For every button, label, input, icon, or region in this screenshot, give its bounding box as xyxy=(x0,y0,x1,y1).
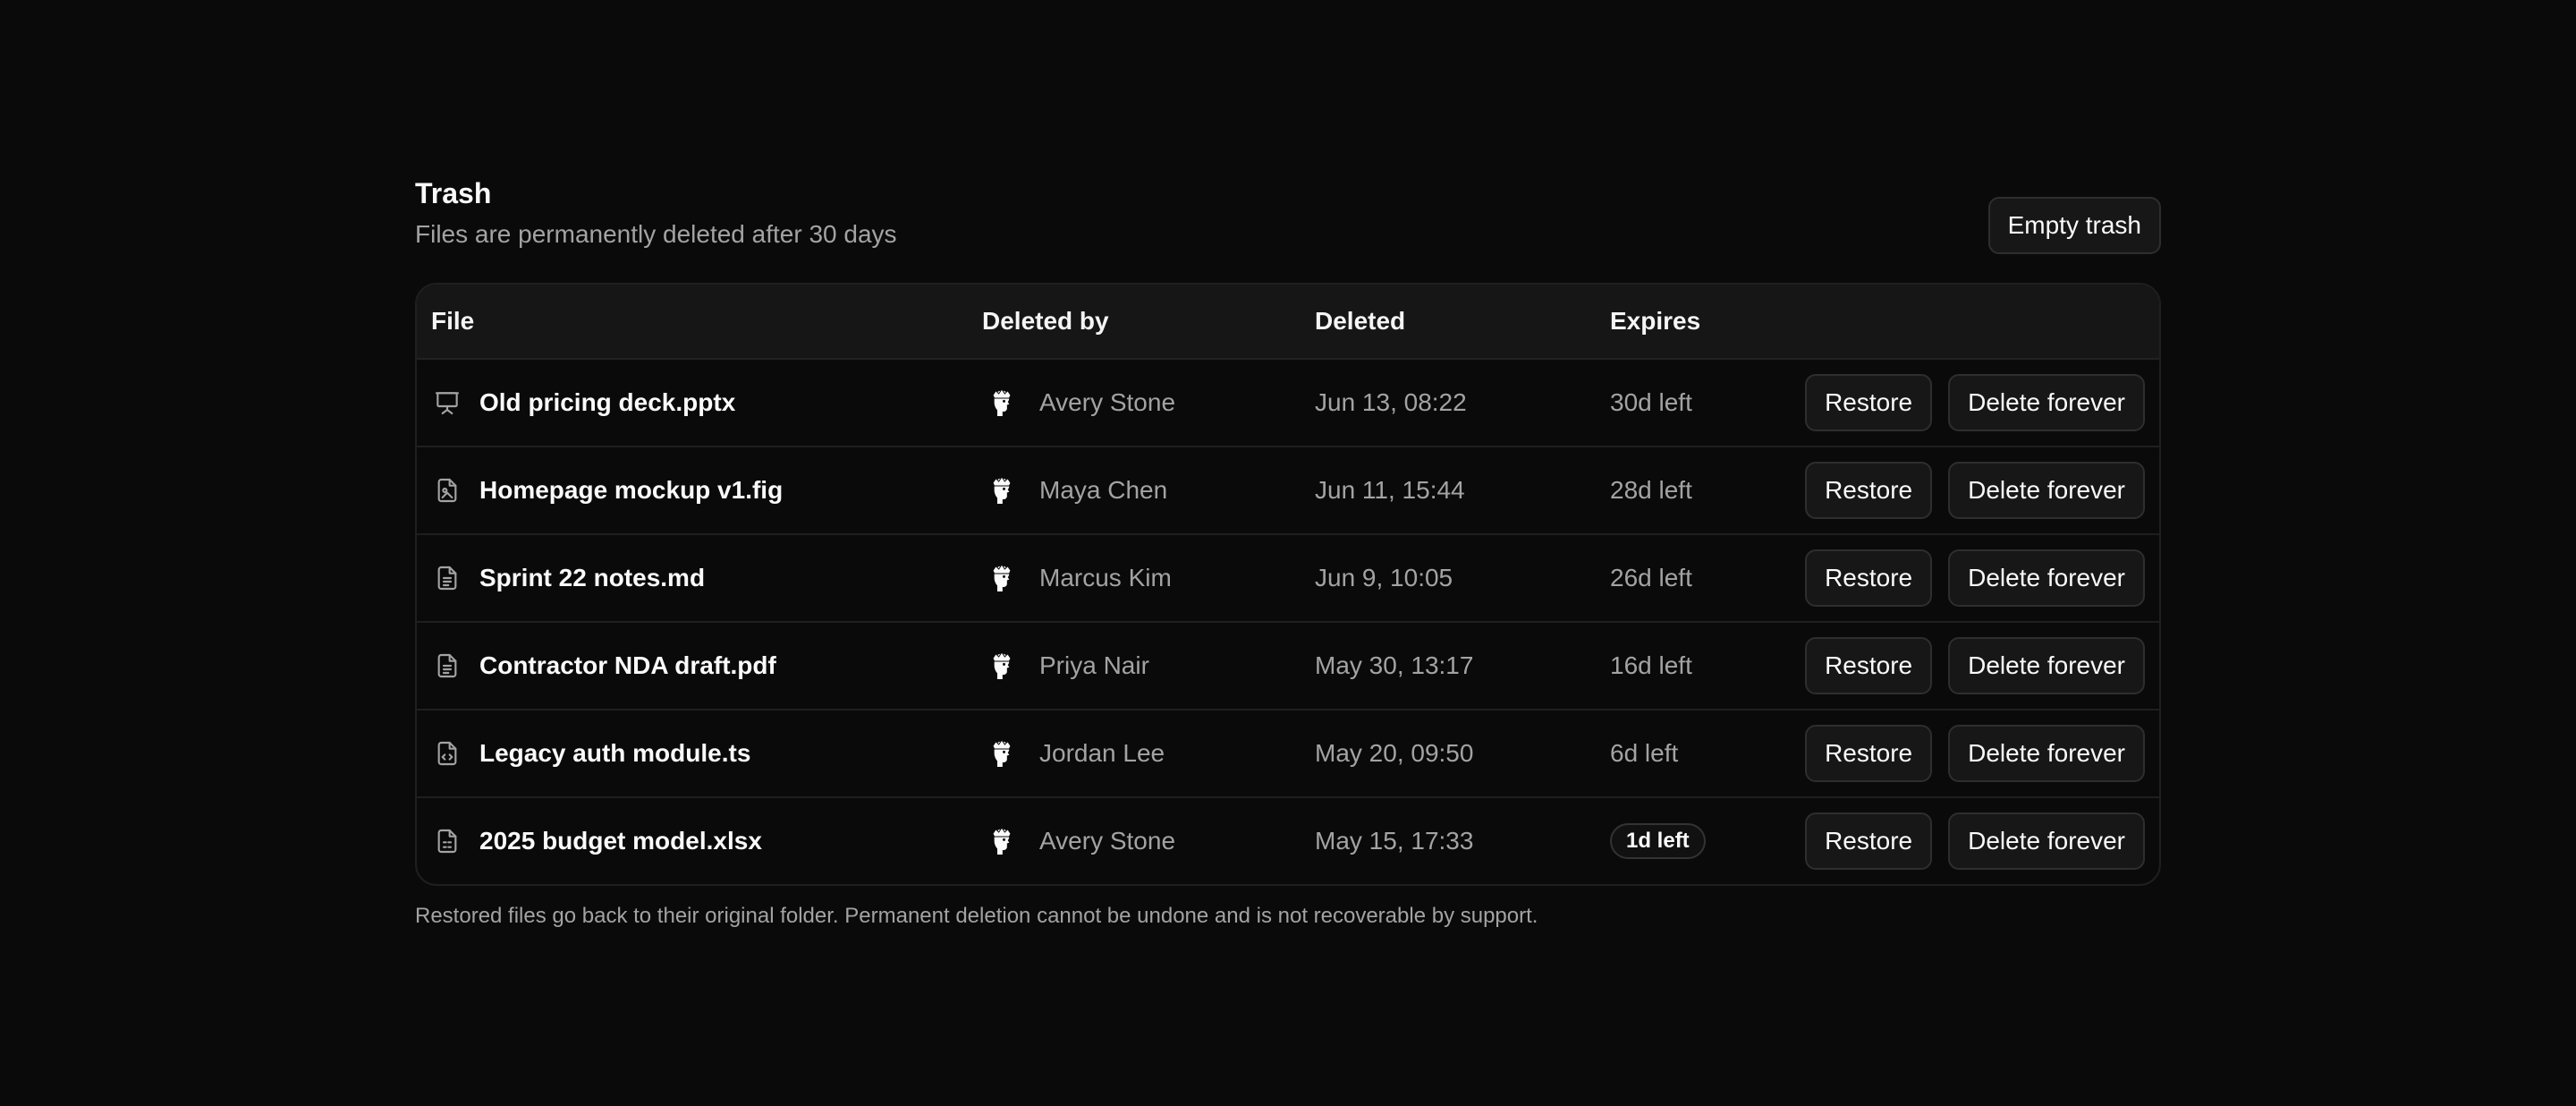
spreadsheet-file-icon xyxy=(433,827,462,855)
footnote: Restored files go back to their original… xyxy=(415,904,1538,928)
file-name: Sprint 22 notes.md xyxy=(479,564,706,591)
page-subtitle: Files are permanently deleted after 30 d… xyxy=(415,220,897,248)
restore-button[interactable]: Restore xyxy=(1805,812,1933,870)
delete-forever-button[interactable]: Delete forever xyxy=(1948,549,2145,607)
delete-forever-button[interactable]: Delete forever xyxy=(1948,812,2145,870)
row-actions: Restore Delete forever xyxy=(1805,623,2145,709)
deleted-date: Jun 9, 10:05 xyxy=(1315,564,1453,591)
empty-trash-button[interactable]: Empty trash xyxy=(1987,197,2161,254)
row-actions: Restore Delete forever xyxy=(1805,447,2145,533)
file-cell: Homepage mockup v1.fig xyxy=(431,447,783,533)
delete-forever-button[interactable]: Delete forever xyxy=(1948,637,2145,694)
table-row: Contractor NDA draft.pdf Priya Nair May … xyxy=(417,623,2159,710)
deleted-by-cell: Priya Nair xyxy=(982,623,1149,709)
avatar xyxy=(982,734,1021,773)
deleted-by-cell: Marcus Kim xyxy=(982,535,1172,621)
table-row: Old pricing deck.pptx Avery Stone Jun 13… xyxy=(417,360,2159,447)
table-row: 2025 budget model.xlsx Avery Stone May 1… xyxy=(417,798,2159,884)
deleted-date-cell: May 20, 09:50 xyxy=(1315,710,1473,796)
deleted-by-name: Priya Nair xyxy=(1039,651,1149,679)
table-body: Old pricing deck.pptx Avery Stone Jun 13… xyxy=(417,360,2159,884)
file-cell: Legacy auth module.ts xyxy=(431,710,750,796)
deleted-by-name: Marcus Kim xyxy=(1039,564,1172,591)
expires-cell: 26d left xyxy=(1610,535,1692,621)
expires-text: 30d left xyxy=(1610,388,1692,416)
image-file-icon xyxy=(433,476,462,505)
expires-text: 6d left xyxy=(1610,739,1679,767)
restore-button[interactable]: Restore xyxy=(1805,462,1933,519)
code-file-icon xyxy=(433,739,462,768)
deleted-by-name: Avery Stone xyxy=(1039,827,1176,855)
page-title: Trash xyxy=(415,177,492,209)
column-header-deleted-by: Deleted by xyxy=(982,307,1109,335)
deleted-by-cell: Jordan Lee xyxy=(982,710,1165,796)
file-name: Old pricing deck.pptx xyxy=(479,388,736,416)
delete-forever-button[interactable]: Delete forever xyxy=(1948,725,2145,782)
deleted-by-cell: Avery Stone xyxy=(982,360,1175,446)
table-row: Homepage mockup v1.fig Maya Chen Jun 11,… xyxy=(417,447,2159,535)
page-header: Trash Files are permanently deleted afte… xyxy=(415,175,2161,283)
deleted-date: May 15, 17:33 xyxy=(1315,827,1474,855)
table-row: Sprint 22 notes.md Marcus Kim Jun 9, 10:… xyxy=(417,535,2159,623)
deleted-by-name: Jordan Lee xyxy=(1039,739,1165,767)
deleted-by-name: Maya Chen xyxy=(1039,476,1168,504)
column-header-expires: Expires xyxy=(1610,307,1701,335)
deleted-by-cell: Avery Stone xyxy=(982,798,1175,884)
file-cell: Contractor NDA draft.pdf xyxy=(431,623,776,709)
delete-forever-button[interactable]: Delete forever xyxy=(1948,374,2145,431)
file-cell: 2025 budget model.xlsx xyxy=(431,798,762,884)
file-name: Homepage mockup v1.fig xyxy=(479,476,784,504)
deleted-date-cell: Jun 13, 08:22 xyxy=(1315,360,1467,446)
expires-cell: 16d left xyxy=(1610,623,1692,709)
column-header-file: File xyxy=(431,307,475,335)
text-file-icon xyxy=(433,564,462,592)
column-header-deleted: Deleted xyxy=(1315,307,1406,335)
restore-button[interactable]: Restore xyxy=(1805,725,1933,782)
deleted-date-cell: Jun 11, 15:44 xyxy=(1315,447,1465,533)
row-actions: Restore Delete forever xyxy=(1805,360,2145,446)
file-cell: Old pricing deck.pptx xyxy=(431,360,735,446)
deleted-date: Jun 13, 08:22 xyxy=(1315,388,1467,416)
expires-text: 26d left xyxy=(1610,564,1692,591)
deleted-date: May 30, 13:17 xyxy=(1315,651,1474,679)
trash-table: File Deleted by Deleted Expires Old pric… xyxy=(415,283,2161,886)
expires-cell: 30d left xyxy=(1610,360,1692,446)
avatar xyxy=(982,821,1021,861)
avatar xyxy=(982,646,1021,685)
row-actions: Restore Delete forever xyxy=(1805,710,2145,796)
table-header: File Deleted by Deleted Expires xyxy=(417,285,2159,360)
restore-button[interactable]: Restore xyxy=(1805,637,1933,694)
presentation-icon xyxy=(433,388,462,417)
expires-badge: 1d left xyxy=(1610,823,1706,859)
row-actions: Restore Delete forever xyxy=(1805,535,2145,621)
deleted-date: May 20, 09:50 xyxy=(1315,739,1474,767)
deleted-date-cell: May 30, 13:17 xyxy=(1315,623,1473,709)
delete-forever-button[interactable]: Delete forever xyxy=(1948,462,2145,519)
deleted-date-cell: Jun 9, 10:05 xyxy=(1315,535,1453,621)
file-name: Contractor NDA draft.pdf xyxy=(479,651,776,679)
deleted-by-cell: Maya Chen xyxy=(982,447,1167,533)
deleted-by-name: Avery Stone xyxy=(1039,388,1176,416)
expires-text: 28d left xyxy=(1610,476,1692,504)
restore-button[interactable]: Restore xyxy=(1805,549,1933,607)
text-file-icon xyxy=(433,651,462,680)
restore-button[interactable]: Restore xyxy=(1805,374,1933,431)
file-cell: Sprint 22 notes.md xyxy=(431,535,705,621)
avatar xyxy=(982,471,1021,510)
expires-cell: 1d left xyxy=(1610,798,1706,884)
table-row: Legacy auth module.ts Jordan Lee May 20,… xyxy=(417,710,2159,798)
row-actions: Restore Delete forever xyxy=(1805,798,2145,884)
trash-page: Trash Files are permanently deleted afte… xyxy=(415,175,2161,928)
file-name: Legacy auth module.ts xyxy=(479,739,751,767)
expires-cell: 28d left xyxy=(1610,447,1692,533)
expires-text: 16d left xyxy=(1610,651,1692,679)
expires-cell: 6d left xyxy=(1610,710,1678,796)
avatar xyxy=(982,558,1021,598)
deleted-date-cell: May 15, 17:33 xyxy=(1315,798,1473,884)
file-name: 2025 budget model.xlsx xyxy=(479,827,762,855)
deleted-date: Jun 11, 15:44 xyxy=(1315,476,1465,504)
avatar xyxy=(982,383,1021,422)
